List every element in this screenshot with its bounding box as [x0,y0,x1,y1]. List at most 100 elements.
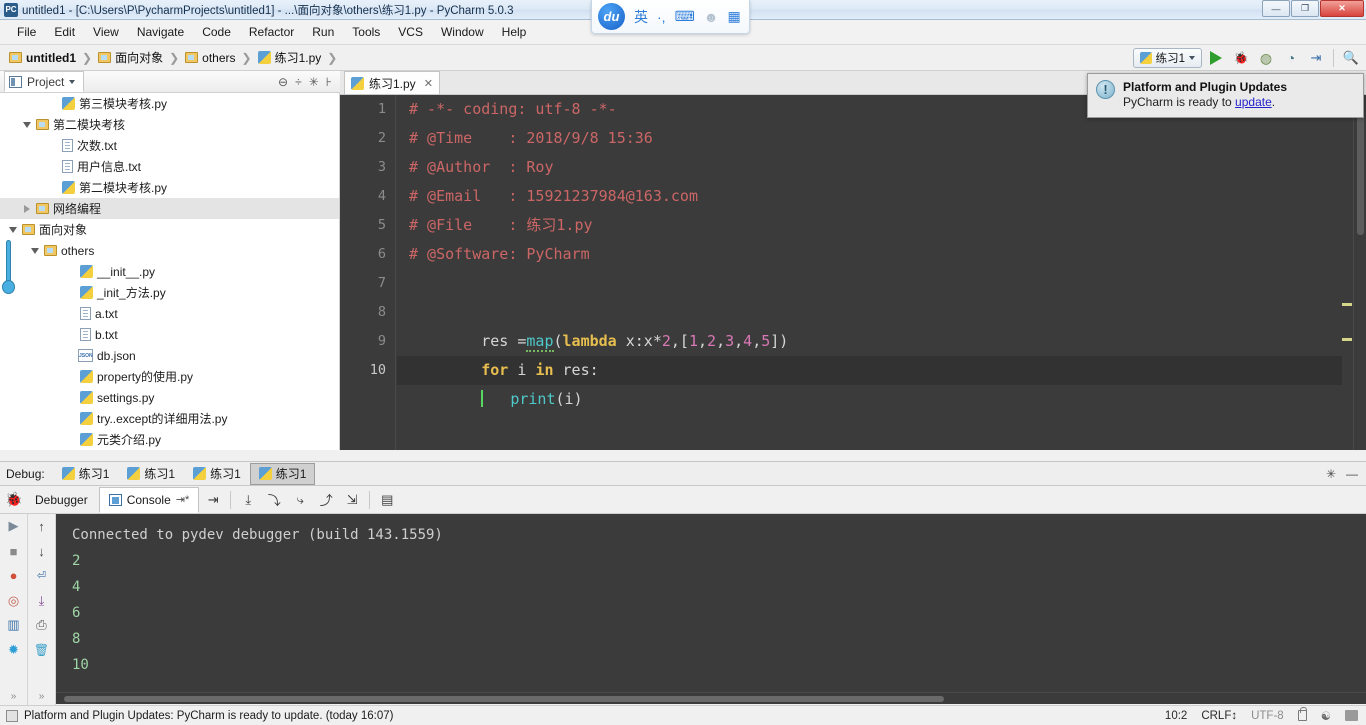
project-tree[interactable]: 第三模块考核.py 第二模块考核 次数.txt 用户信息.txt 第二模块考核.… [0,93,340,450]
settings-button[interactable]: ✹ [4,642,24,659]
code-line-2[interactable]: # @Time : 2018/9/8 15:36 [397,124,1342,153]
editor-inspection-markers[interactable] [1342,95,1352,450]
ime-toolbar[interactable]: du 英 ·, ⌨ ☻ ▦ [591,0,750,34]
show-execution-point-button[interactable]: ⇥ [201,489,225,511]
step-out-button[interactable]: ⤴ [314,489,338,511]
tree-item[interactable]: 第二模块考核.py [0,177,339,198]
menu-run[interactable]: Run [303,22,343,42]
attach-button[interactable]: ⇥ [1305,47,1327,69]
menu-edit[interactable]: Edit [45,22,84,42]
project-tab[interactable]: Project [4,71,85,92]
tree-item[interactable]: try..except的详细用法.py [0,408,339,429]
pin-icon[interactable]: ⇥* [176,493,190,506]
editor-vertical-scrollbar[interactable] [1353,95,1366,450]
run-configuration-selector[interactable]: 练习1 [1132,48,1202,68]
breadcrumb-item-oop[interactable]: 面向对象 [95,47,166,68]
profile-button[interactable]: ◔ [1280,47,1302,69]
code-line-3[interactable]: # @Author : Roy [397,153,1342,182]
lock-icon[interactable] [1297,707,1308,721]
ime-punctuation-icon[interactable]: ·, [657,9,666,25]
close-icon[interactable]: ✕ [424,77,433,90]
tree-item[interactable]: settings.py [0,387,339,408]
hide-panel-icon[interactable]: ⊦ [326,75,332,89]
editor-gutter[interactable]: 1 2 3 4 5 6 7 8 9 10 [340,95,396,450]
evaluate-expression-button[interactable]: ▤ [375,489,399,511]
tree-item[interactable]: b.txt [0,324,339,345]
run-button[interactable] [1205,47,1227,69]
code-line-7[interactable] [397,269,1342,298]
menu-window[interactable]: Window [432,22,493,42]
view-breakpoints-button[interactable]: ● [4,567,24,584]
up-the-stack-button[interactable]: ↑ [32,518,52,535]
restore-layout-button[interactable]: ▥ [4,617,24,634]
debug-session-tab-3[interactable]: 练习1 [184,463,250,485]
tree-item[interactable]: __init__.py [0,261,339,282]
tree-item[interactable]: JSON db.json [0,345,339,366]
console-subtab[interactable]: Console ⇥* [98,486,200,513]
stop-button[interactable]: ■ [4,543,24,560]
menu-vcs[interactable]: VCS [389,22,432,42]
collapse-all-icon[interactable]: ⊖ [278,75,288,89]
breadcrumb-item-others[interactable]: others [182,49,238,67]
search-button[interactable]: 🔍 [1340,47,1362,69]
debug-session-tab-2[interactable]: 练习1 [118,463,184,485]
tree-item[interactable]: property的使用.py [0,366,339,387]
tree-item-selected[interactable]: 网络编程 [0,198,339,219]
code-line-5[interactable]: # @File : 练习1.py [397,211,1342,240]
event-log-icon[interactable] [6,709,18,722]
close-button[interactable]: ✕ [1320,0,1364,17]
clear-all-button[interactable]: 🗑 [32,642,52,659]
code-content[interactable]: # -*- coding: utf-8 -*- # @Time : 2018/9… [397,95,1342,450]
code-line-8[interactable]: res =map(lambda x:x*2,[1,2,3,4,5]) [397,298,1342,352]
tree-item[interactable]: 第三模块考核.py [0,93,339,114]
tree-item[interactable]: a.txt [0,303,339,324]
chevron-down-icon[interactable] [9,226,17,233]
memory-icon[interactable] [1345,710,1358,721]
resume-program-button[interactable]: ▶ [4,518,24,535]
run-to-cursor-button[interactable]: ⇲ [340,489,364,511]
caret-position[interactable]: 10:2 [1165,710,1187,722]
print-button[interactable]: ⎙ [32,617,52,634]
code-line-4[interactable]: # @Email : 15921237984@163.com [397,182,1342,211]
mute-breakpoints-button[interactable]: ◎ [4,592,24,609]
expand-all-icon[interactable]: ÷ [295,75,302,89]
notification-balloon[interactable]: ! Platform and Plugin Updates PyCharm is… [1087,73,1364,118]
menu-refactor[interactable]: Refactor [240,22,303,42]
menu-help[interactable]: Help [493,22,536,42]
console-output[interactable]: Connected to pydev debugger (build 143.1… [56,514,1366,692]
breadcrumb-item-untitled1[interactable]: untitled1 [6,49,79,67]
menu-file[interactable]: File [8,22,45,42]
debug-button[interactable]: 🐞 [1230,47,1252,69]
chevron-right-icon[interactable] [24,204,30,213]
console-horizontal-scrollbar[interactable] [56,692,1366,704]
tree-item[interactable]: 元类介绍.py [0,429,339,450]
minimize-icon[interactable]: — [1346,467,1358,481]
menu-view[interactable]: View [84,22,128,42]
expand-toolbar-button[interactable]: » [4,688,24,705]
gear-icon[interactable]: ✳ [1326,467,1336,481]
coverage-button[interactable]: ◍ [1255,47,1277,69]
tree-item[interactable]: 次数.txt [0,135,339,156]
down-the-stack-button[interactable]: ↓ [32,543,52,560]
tree-item[interactable]: 面向对象 [0,219,339,240]
debug-session-tab-4[interactable]: 练习1 [249,462,316,485]
ime-language-icon[interactable]: 英 [634,7,648,27]
update-link[interactable]: update [1235,95,1272,109]
debugger-subtab[interactable]: Debugger [26,487,97,513]
chevron-down-icon[interactable] [23,121,31,128]
code-line-6[interactable]: # @Software: PyCharm [397,240,1342,269]
tree-item[interactable]: 第二模块考核 [0,114,339,135]
minimize-button[interactable]: — [1262,0,1290,17]
maximize-button[interactable]: ❐ [1291,0,1319,17]
debug-session-tab-1[interactable]: 练习1 [53,463,119,485]
soft-wrap-button[interactable]: ⏎ [32,567,52,584]
tree-item[interactable]: others [0,240,339,261]
settings-icon[interactable]: ✳ [309,75,319,89]
chevron-down-icon[interactable] [31,247,39,254]
step-over-button[interactable]: ⤓ [236,489,260,511]
line-separator[interactable]: CRLF↕ [1201,710,1237,722]
step-into-button[interactable]: ⤵ [262,489,286,511]
menu-navigate[interactable]: Navigate [128,22,193,42]
force-step-into-button[interactable]: ⤷ [288,489,312,511]
tree-item[interactable]: _init_方法.py [0,282,339,303]
